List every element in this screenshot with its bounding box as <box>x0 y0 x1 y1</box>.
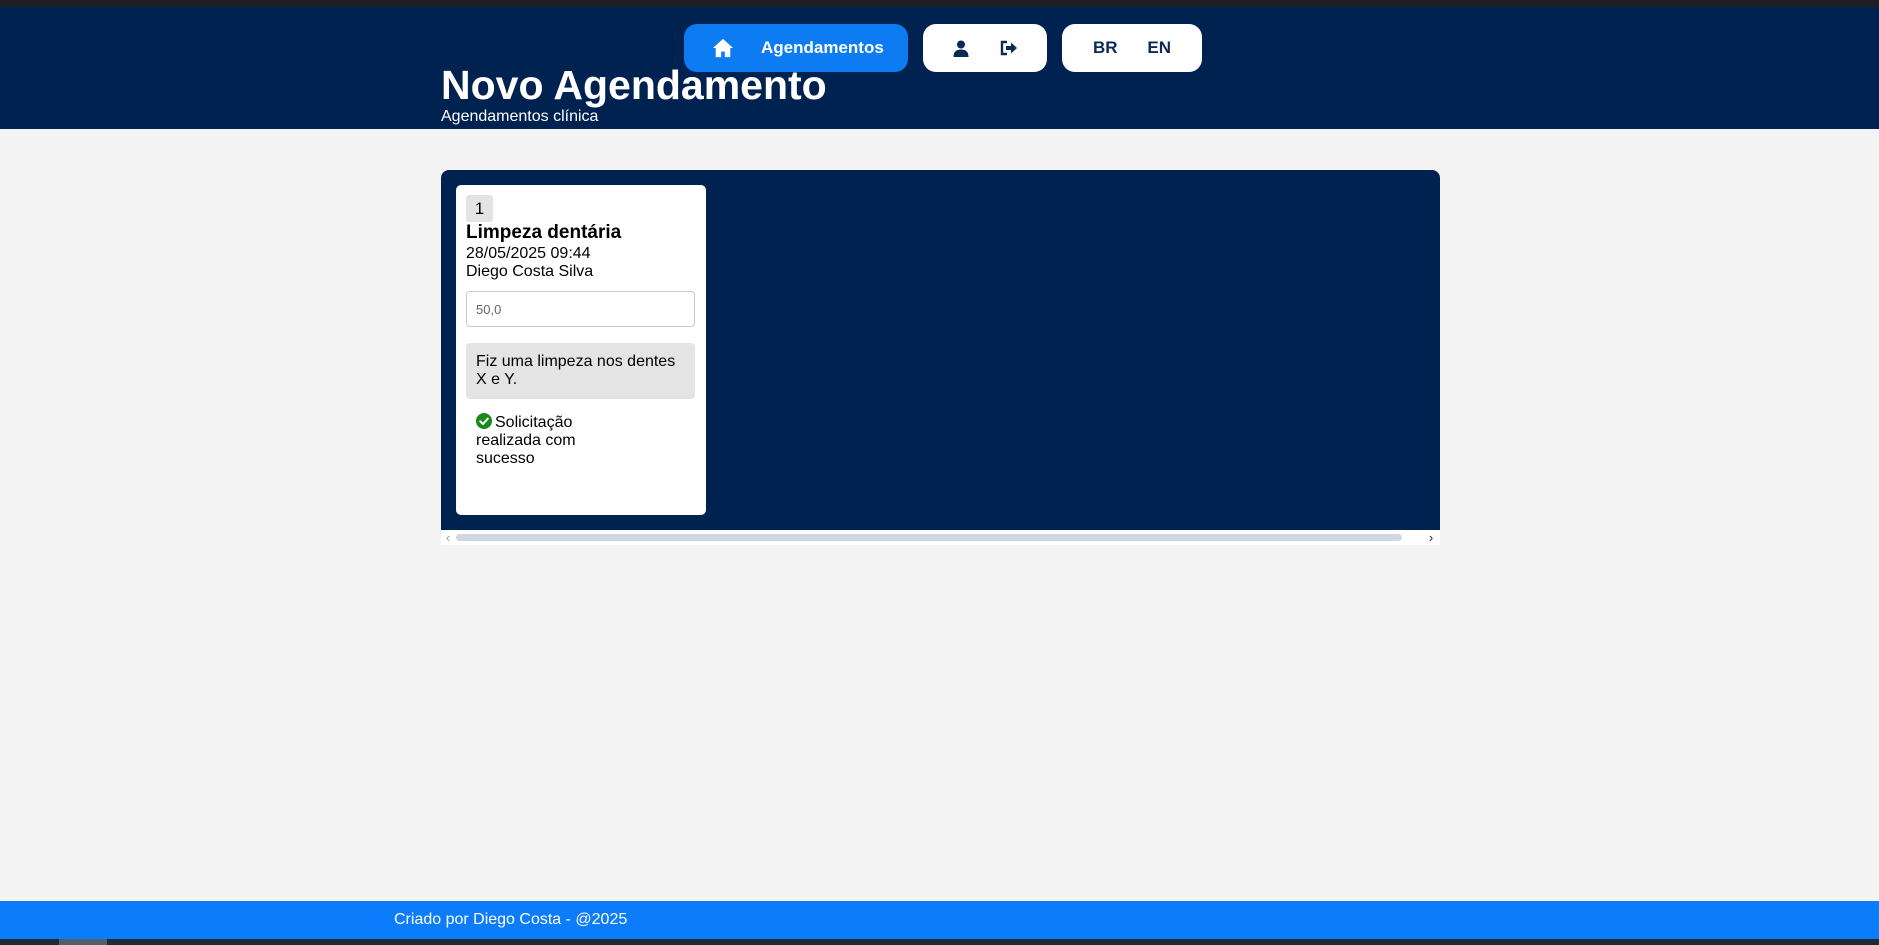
taskbar-tab <box>59 939 107 945</box>
appointment-card: 1 Limpeza dentária 28/05/2025 09:44 Dieg… <box>456 185 706 515</box>
footer-credit: Criado por Diego Costa - @2025 <box>394 911 628 928</box>
appointment-number-badge: 1 <box>466 195 493 222</box>
user-icon <box>953 40 969 57</box>
user-nav-group <box>923 24 1047 72</box>
price-input[interactable] <box>466 291 695 327</box>
logout-button[interactable] <box>996 35 1022 61</box>
profile-button[interactable] <box>948 35 974 61</box>
language-br-button[interactable]: BR <box>1093 38 1118 58</box>
check-circle-icon <box>476 413 492 429</box>
page-footer: Criado por Diego Costa - @2025 <box>0 901 1879 939</box>
service-title: Limpeza dentária <box>466 222 622 243</box>
patient-name: Diego Costa Silva <box>466 263 594 280</box>
logout-icon <box>1000 40 1017 56</box>
scroll-right-arrow-icon[interactable]: › <box>1426 530 1436 545</box>
window-top-strip <box>0 0 1879 7</box>
page-title: Novo Agendamento <box>441 62 827 108</box>
language-en-button[interactable]: EN <box>1147 38 1171 58</box>
scrollbar-thumb[interactable] <box>456 534 1402 541</box>
appointments-board: 1 Limpeza dentária 28/05/2025 09:44 Dieg… <box>441 170 1440 530</box>
page-header: Agendamentos BR EN Novo Agendamento Agen… <box>0 7 1879 129</box>
home-icon <box>713 38 733 58</box>
window-bottom-strip <box>0 939 1879 945</box>
page-subtitle: Agendamentos clínica <box>441 108 599 125</box>
appointment-note: Fiz uma limpeza nos dentes X e Y. <box>466 343 695 399</box>
status-message: Solicitação realizada com sucesso <box>476 413 586 468</box>
language-switcher: BR EN <box>1062 24 1202 72</box>
scroll-left-arrow-icon[interactable]: ‹ <box>443 530 453 545</box>
horizontal-scrollbar[interactable]: ‹ › <box>441 530 1440 545</box>
appointment-datetime: 28/05/2025 09:44 <box>466 245 591 262</box>
